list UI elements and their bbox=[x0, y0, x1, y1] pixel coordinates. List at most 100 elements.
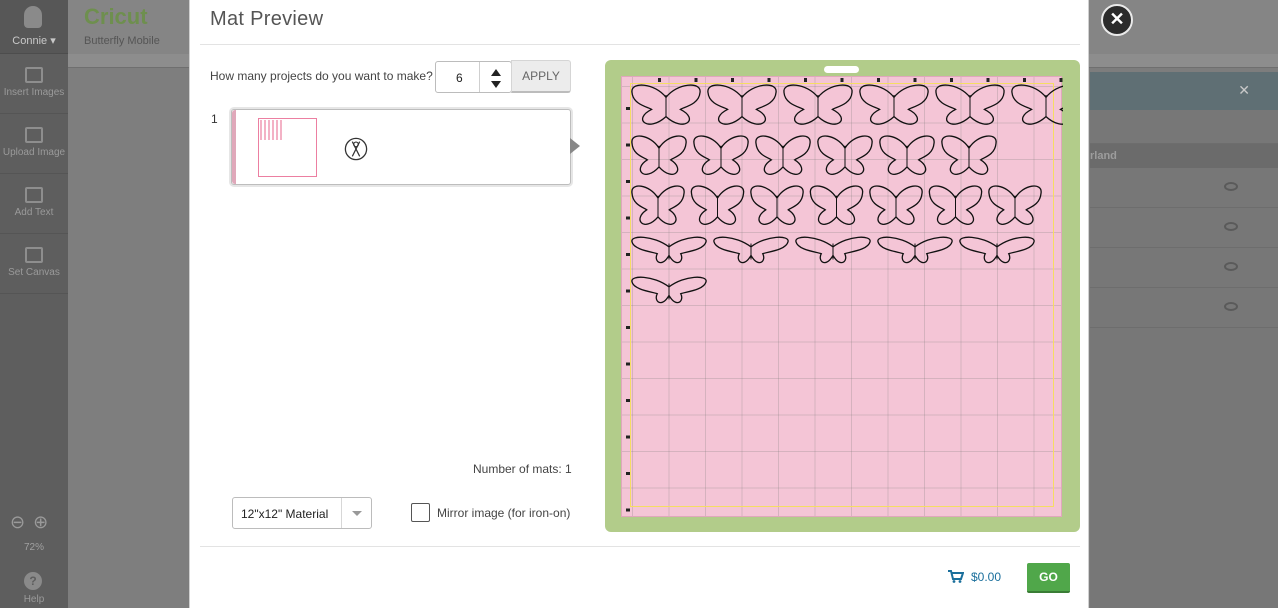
mat-ruler-tick bbox=[626, 289, 630, 293]
layer-row[interactable] bbox=[1090, 248, 1278, 288]
layer-row[interactable] bbox=[1090, 288, 1278, 328]
insert-images-button[interactable]: Insert Images bbox=[0, 54, 68, 114]
layers-toolbar bbox=[1090, 110, 1278, 144]
layers-panel: ✕ rland bbox=[1090, 72, 1278, 608]
butterfly-shape bbox=[988, 185, 1042, 225]
divider bbox=[200, 546, 1080, 547]
mat-ruler-tick bbox=[626, 216, 630, 220]
project-name: Butterfly Mobile bbox=[84, 35, 160, 47]
butterfly-shape bbox=[879, 135, 935, 175]
mat-color-accent bbox=[232, 110, 236, 184]
mat-ruler-tick bbox=[626, 180, 630, 183]
butterfly-shape bbox=[713, 236, 789, 264]
user-menu[interactable]: Connie ▾ bbox=[0, 0, 68, 54]
mat-thumbnail-card[interactable] bbox=[231, 109, 571, 185]
divider bbox=[200, 44, 1080, 45]
go-button[interactable]: GO bbox=[1027, 563, 1070, 593]
mat-ruler-tick bbox=[626, 399, 630, 402]
mat-ruler-tick bbox=[626, 508, 630, 512]
material-size-value: 12"x12" Material bbox=[241, 507, 329, 521]
upload-image-button[interactable]: Upload Image bbox=[0, 114, 68, 174]
help-label: Help bbox=[23, 594, 45, 605]
text-icon bbox=[25, 187, 43, 203]
butterfly-shape bbox=[859, 84, 929, 125]
eye-icon[interactable] bbox=[1224, 262, 1238, 271]
tool-label: Insert Images bbox=[3, 87, 65, 98]
butterfly-shape bbox=[1011, 84, 1063, 125]
butterfly-shape bbox=[877, 236, 953, 264]
butterfly-shape bbox=[755, 135, 811, 175]
projects-quantity-stepper[interactable]: 6 bbox=[435, 61, 512, 93]
set-canvas-button[interactable]: Set Canvas bbox=[0, 234, 68, 294]
butterfly-shape bbox=[783, 84, 853, 125]
zoom-level: 72% bbox=[23, 542, 44, 553]
mat-ruler-tick bbox=[626, 362, 630, 366]
eye-icon[interactable] bbox=[1224, 302, 1238, 311]
mirror-image-label[interactable]: Mirror image (for iron-on) bbox=[437, 506, 570, 520]
butterfly-shape bbox=[959, 236, 1035, 264]
zoom-controls[interactable]: ⊖⊕ bbox=[10, 512, 56, 533]
butterfly-shape bbox=[935, 84, 1005, 125]
mat-preview-dialog: Mat Preview How many projects do you wan… bbox=[189, 0, 1089, 608]
mat-thumbnail-shapes bbox=[260, 120, 284, 140]
cart-icon[interactable] bbox=[948, 570, 964, 583]
mat-ruler-tick bbox=[1023, 78, 1026, 82]
mirror-image-checkbox[interactable] bbox=[411, 503, 430, 522]
projects-question: How many projects do you want to make? bbox=[210, 69, 433, 83]
mat-ruler-tick bbox=[877, 78, 880, 82]
chevron-down-icon[interactable] bbox=[341, 498, 372, 528]
butterfly-shape bbox=[817, 135, 873, 175]
butterfly-shape bbox=[750, 185, 804, 225]
mat-ruler-tick bbox=[694, 78, 698, 82]
butterfly-shape bbox=[631, 236, 707, 264]
butterfly-shape bbox=[693, 135, 749, 175]
butterfly-shape bbox=[631, 135, 687, 175]
add-text-button[interactable]: Add Text bbox=[0, 174, 68, 234]
mat-ruler-tick bbox=[804, 78, 807, 82]
apply-button[interactable]: APPLY bbox=[511, 60, 571, 93]
mat-ruler-tick bbox=[950, 78, 953, 82]
selected-mat-arrow bbox=[570, 138, 580, 154]
projects-quantity-value[interactable]: 6 bbox=[456, 71, 463, 85]
tool-label: Upload Image bbox=[2, 147, 66, 158]
stepper-buttons[interactable] bbox=[479, 62, 512, 92]
layer-row[interactable] bbox=[1090, 168, 1278, 208]
decrement-icon[interactable] bbox=[491, 81, 501, 88]
layers-group-label: rland bbox=[1090, 144, 1278, 168]
mat-ruler-tick bbox=[1059, 78, 1063, 82]
eye-icon[interactable] bbox=[1224, 222, 1238, 231]
mats-count-value: 1 bbox=[565, 462, 572, 476]
mat-ruler-tick bbox=[626, 107, 630, 110]
close-dialog-button[interactable]: ✕ bbox=[1101, 4, 1133, 36]
app: Connie ▾ Insert Images Upload Image Add … bbox=[0, 0, 1278, 608]
mats-count-label: Number of mats: bbox=[473, 462, 562, 476]
increment-icon[interactable] bbox=[491, 69, 501, 76]
mat-thumbnail bbox=[258, 118, 317, 177]
mat-shapes bbox=[626, 78, 1063, 512]
cutting-mat bbox=[605, 60, 1080, 532]
mat-ruler-tick bbox=[626, 472, 630, 475]
mat-ruler-tick bbox=[767, 78, 771, 82]
cricut-logo: Cricut bbox=[84, 4, 148, 29]
butterfly-shape bbox=[631, 84, 701, 125]
mat-ruler-tick bbox=[626, 143, 630, 147]
help-icon[interactable]: ? bbox=[24, 572, 42, 590]
mat-ruler-tick bbox=[731, 78, 734, 82]
layer-row[interactable] bbox=[1090, 208, 1278, 248]
tool-label: Add Text bbox=[14, 207, 54, 218]
material-size-select[interactable]: 12"x12" Material bbox=[232, 497, 372, 529]
tool-label: Set Canvas bbox=[8, 267, 60, 278]
butterfly-shape bbox=[690, 185, 745, 225]
shirt-icon bbox=[25, 247, 43, 263]
close-icon[interactable]: ✕ bbox=[1238, 82, 1250, 99]
price[interactable]: $0.00 bbox=[971, 570, 1001, 584]
butterfly-shape bbox=[809, 185, 864, 225]
mat-ruler-tick bbox=[626, 435, 630, 439]
mat-ruler-tick bbox=[840, 78, 844, 82]
mat-notch bbox=[824, 66, 859, 73]
butterfly-shape bbox=[631, 276, 707, 304]
butterfly-shape bbox=[941, 135, 997, 175]
fine-point-blade-icon bbox=[344, 137, 368, 161]
eye-icon[interactable] bbox=[1224, 182, 1238, 191]
upload-icon bbox=[25, 127, 43, 143]
